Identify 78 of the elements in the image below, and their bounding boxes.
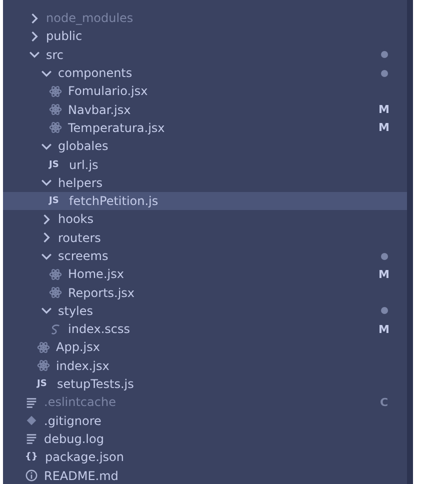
chevron-icon[interactable] bbox=[41, 305, 52, 316]
file-name: helpers bbox=[58, 176, 103, 190]
file-row[interactable]: hooks bbox=[3, 210, 407, 229]
file-name: Temperatura.jsx bbox=[68, 120, 165, 135]
chevron-icon[interactable] bbox=[41, 177, 52, 188]
file-type-icon: JS bbox=[49, 196, 63, 206]
file-name: public bbox=[46, 29, 82, 44]
file-name: index.scss bbox=[68, 322, 130, 336]
info-icon bbox=[25, 469, 38, 482]
file-name: README.md bbox=[44, 468, 118, 483]
atom-icon bbox=[49, 121, 62, 134]
file-row[interactable]: public bbox=[3, 27, 407, 46]
file-name: debug.log bbox=[44, 432, 104, 446]
atom-icon bbox=[37, 359, 50, 372]
file-name: index.jsx bbox=[56, 358, 110, 373]
chevron-icon[interactable] bbox=[29, 49, 40, 60]
file-name: screems bbox=[58, 249, 108, 263]
file-name: setupTests.js bbox=[57, 377, 134, 392]
file-type-icon: JS bbox=[37, 379, 51, 390]
git-status: M bbox=[378, 103, 390, 116]
file-name: node_modules bbox=[46, 11, 134, 26]
file-row[interactable]: Home.jsx M bbox=[3, 265, 407, 284]
file-row[interactable]: components bbox=[3, 64, 407, 82]
file-row[interactable]: Temperatura.jsx M bbox=[3, 118, 407, 138]
file-name: Navbar.jsx bbox=[68, 102, 131, 117]
file-row[interactable]: routers bbox=[3, 228, 407, 247]
git-status: M bbox=[378, 121, 390, 134]
file-name: globales bbox=[58, 139, 108, 154]
file-name: fetchPetition.js bbox=[69, 194, 158, 208]
file-name: hooks bbox=[58, 212, 94, 226]
file-name: Reports.jsx bbox=[68, 286, 135, 300]
chevron-icon[interactable] bbox=[29, 30, 40, 42]
file-row[interactable]: JS setupTests.js bbox=[3, 374, 407, 394]
atom-icon bbox=[49, 286, 62, 300]
file-row[interactable]: README.md bbox=[3, 466, 407, 484]
atom-icon bbox=[49, 268, 62, 281]
file-name: Home.jsx bbox=[68, 267, 124, 282]
file-name: src bbox=[46, 48, 64, 62]
atom-icon bbox=[49, 84, 62, 98]
git-status: M bbox=[378, 322, 390, 336]
file-name: Fomulario.jsx bbox=[68, 84, 148, 98]
chevron-icon[interactable] bbox=[41, 232, 52, 244]
file-row[interactable]: .gitignore bbox=[3, 412, 407, 430]
lines-icon bbox=[25, 432, 38, 446]
file-row[interactable]: JS fetchPetition.js bbox=[3, 192, 407, 210]
file-row[interactable]: styles bbox=[3, 302, 407, 320]
file-type-icon: {} bbox=[25, 452, 39, 462]
file-row[interactable]: screems bbox=[3, 246, 407, 266]
chevron-icon[interactable] bbox=[29, 12, 40, 24]
file-type-icon: JS bbox=[49, 160, 63, 170]
lines-icon bbox=[25, 396, 38, 409]
file-name: .gitignore bbox=[44, 414, 102, 428]
git-status: M bbox=[378, 268, 390, 281]
diamond-icon bbox=[25, 414, 38, 428]
file-name: App.jsx bbox=[56, 340, 100, 354]
atom-icon bbox=[49, 103, 62, 116]
swirl-icon bbox=[49, 322, 62, 336]
file-row[interactable]: globales bbox=[3, 137, 407, 156]
file-row[interactable]: Reports.jsx bbox=[3, 283, 407, 302]
file-row[interactable]: helpers bbox=[3, 174, 407, 192]
file-row[interactable]: App.jsx bbox=[3, 338, 407, 357]
atom-icon bbox=[37, 340, 50, 354]
file-name: components bbox=[58, 66, 132, 80]
file-row[interactable]: src bbox=[3, 46, 407, 64]
file-row[interactable]: {} package.json bbox=[3, 448, 407, 466]
chevron-icon[interactable] bbox=[41, 214, 52, 225]
file-name: .eslintcache bbox=[44, 395, 116, 410]
file-name: url.js bbox=[69, 158, 98, 172]
file-row[interactable]: index.scss M bbox=[3, 320, 407, 338]
file-row[interactable]: index.jsx bbox=[3, 356, 407, 375]
file-row[interactable]: JS url.js bbox=[3, 155, 407, 174]
file-name: routers bbox=[58, 230, 101, 245]
file-row[interactable]: Fomulario.jsx bbox=[3, 82, 407, 100]
file-row[interactable]: debug.log bbox=[3, 430, 407, 448]
git-status: C bbox=[380, 396, 388, 409]
file-name: styles bbox=[58, 304, 94, 318]
file-row[interactable]: Navbar.jsx M bbox=[3, 100, 407, 119]
file-name: package.json bbox=[45, 450, 124, 464]
